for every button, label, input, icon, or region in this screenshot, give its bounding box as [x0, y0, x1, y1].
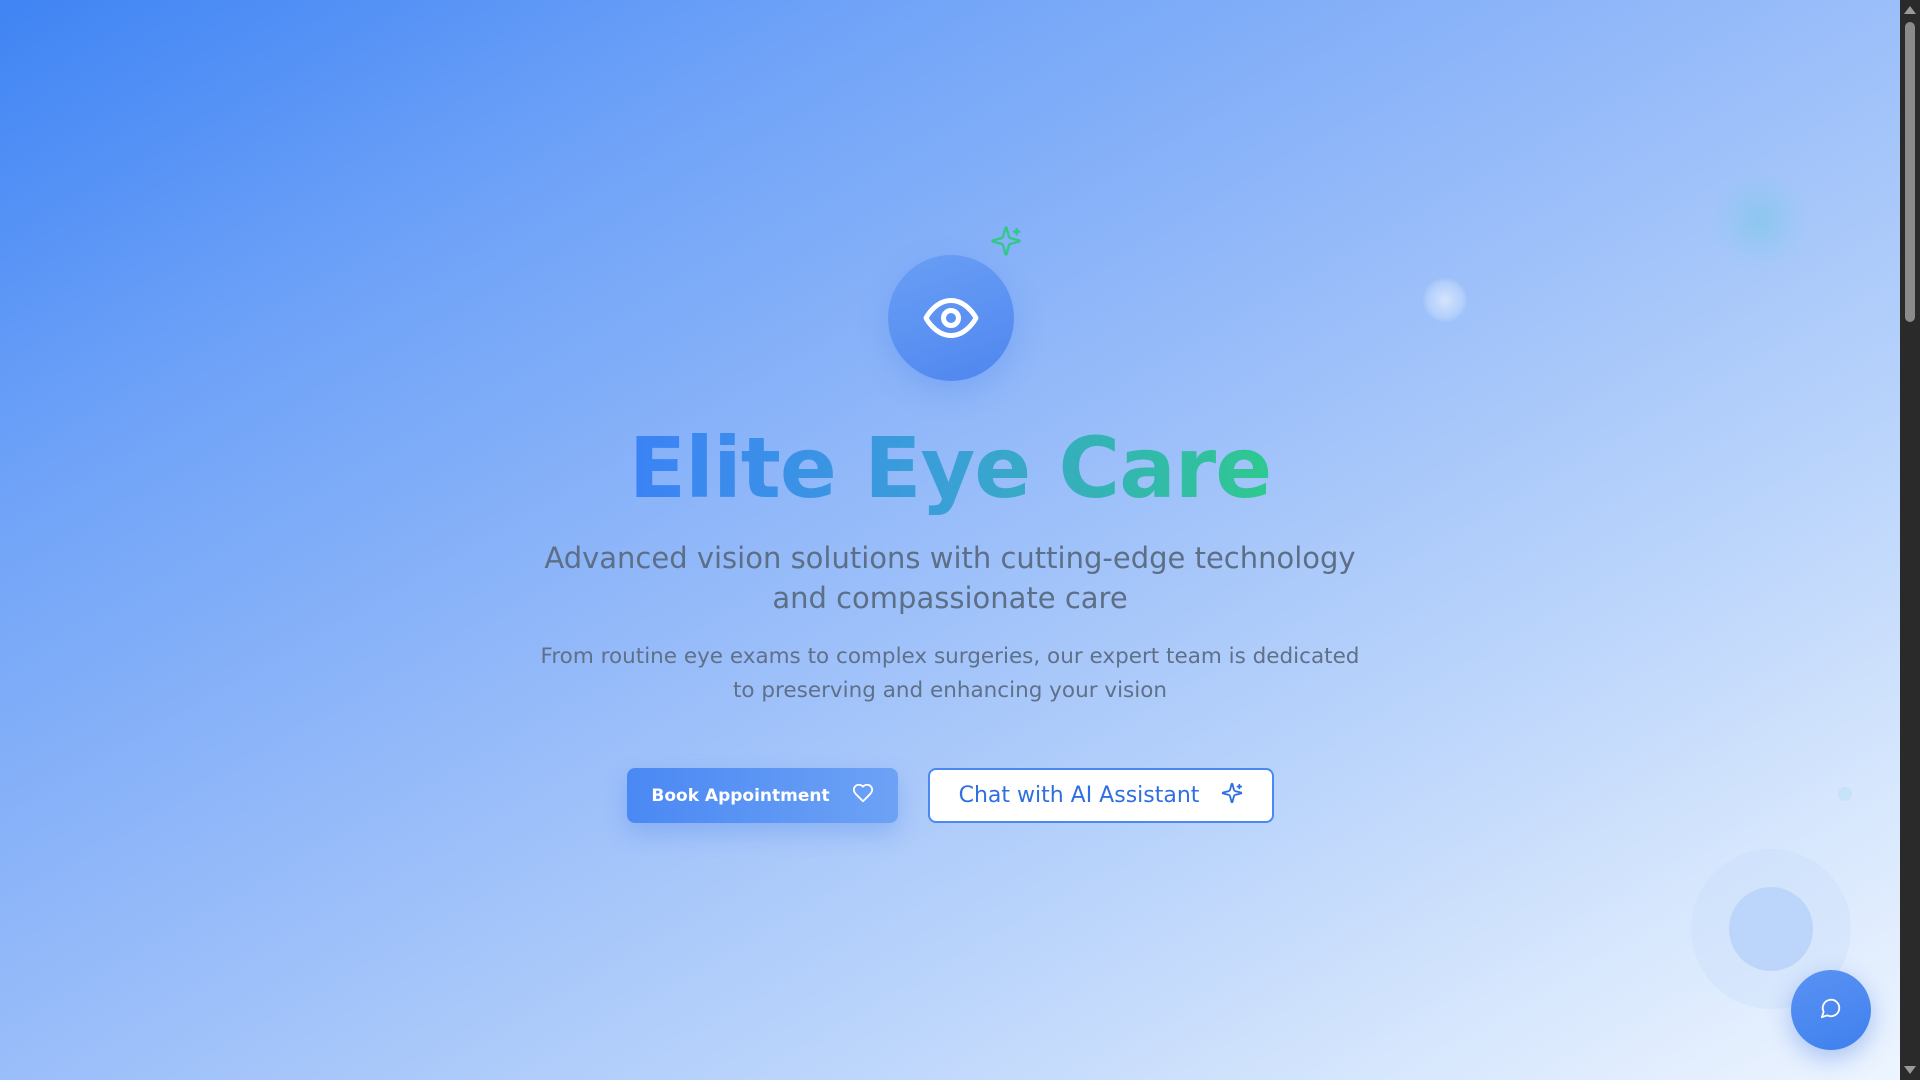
scroll-down-arrow-icon[interactable]	[1904, 1066, 1916, 1074]
book-appointment-button[interactable]: Book Appointment	[627, 768, 898, 823]
decorative-ring-inner	[1729, 887, 1813, 971]
scrollbar[interactable]	[1900, 0, 1920, 1080]
chat-bubble-icon	[1820, 997, 1842, 1023]
page-title: Elite Eye Care	[0, 418, 1900, 518]
scrollbar-thumb[interactable]	[1905, 22, 1915, 322]
hero-section: Elite Eye Care Advanced vision solutions…	[0, 0, 1900, 1080]
eye-icon	[888, 255, 1014, 381]
decorative-blob	[1423, 278, 1467, 322]
decorative-dot	[1838, 787, 1852, 801]
hero-description: From routine eye exams to complex surger…	[540, 644, 1360, 703]
page: Elite Eye Care Advanced vision solutions…	[0, 0, 1920, 1080]
book-appointment-label: Book Appointment	[651, 785, 830, 806]
hero-subtitle: Advanced vision solutions with cutting-e…	[544, 541, 1356, 615]
chat-ai-assistant-button[interactable]: Chat with AI Assistant	[928, 768, 1274, 823]
page-title-text: Elite Eye Care	[628, 419, 1272, 517]
heart-icon	[852, 782, 874, 809]
scroll-up-arrow-icon[interactable]	[1904, 6, 1916, 14]
sparkles-icon	[1221, 782, 1243, 810]
chat-widget-button[interactable]	[1791, 970, 1871, 1050]
decorative-blob	[1710, 170, 1810, 270]
chat-ai-assistant-label: Chat with AI Assistant	[958, 783, 1200, 808]
hero-logo	[888, 255, 1014, 381]
sparkles-icon	[990, 225, 1022, 257]
